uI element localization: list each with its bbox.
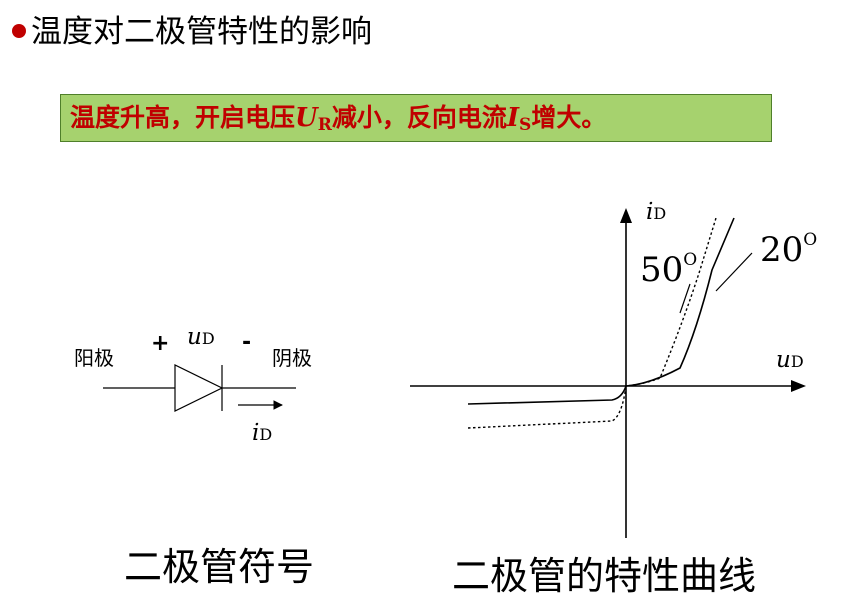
label-20-degrees: 20O: [760, 230, 817, 270]
y-axis-label: iD: [646, 199, 666, 225]
label-50-value: 50: [640, 250, 684, 290]
label-20-degree-mark: O: [803, 230, 818, 250]
curve-20deg: [467, 217, 735, 405]
current-subscript: D: [259, 425, 273, 444]
voltage-label: uD: [187, 324, 215, 350]
label-50-degree-mark: O: [683, 250, 698, 270]
diagram-drawing: [103, 208, 806, 538]
y-axis-arrow-icon: [620, 208, 632, 223]
label-50-degrees: 50O: [640, 250, 697, 290]
label-20-value: 20: [760, 230, 804, 270]
x-axis-symbol: u: [776, 347, 791, 373]
plus-sign: +: [151, 331, 170, 356]
voltage-symbol: u: [187, 324, 202, 350]
current-label: iD: [252, 420, 272, 446]
leader-20: [715, 252, 753, 292]
diode-triangle: [174, 364, 224, 412]
x-axis-label: uD: [776, 347, 804, 373]
y-axis-subscript: D: [653, 204, 667, 223]
minus-sign: -: [242, 330, 252, 355]
curve-caption: 二极管的特性曲线: [452, 554, 757, 598]
x-axis-arrow-icon: [791, 380, 806, 392]
voltage-subscript: D: [201, 329, 215, 348]
x-axis-subscript: D: [790, 352, 804, 371]
anode-label: 阳极: [74, 346, 114, 370]
cathode-label: 阴极: [272, 346, 312, 370]
curve-axes: [410, 208, 806, 538]
diode-symbol: [103, 364, 296, 412]
diode-symbol-caption: 二极管符号: [124, 545, 315, 589]
